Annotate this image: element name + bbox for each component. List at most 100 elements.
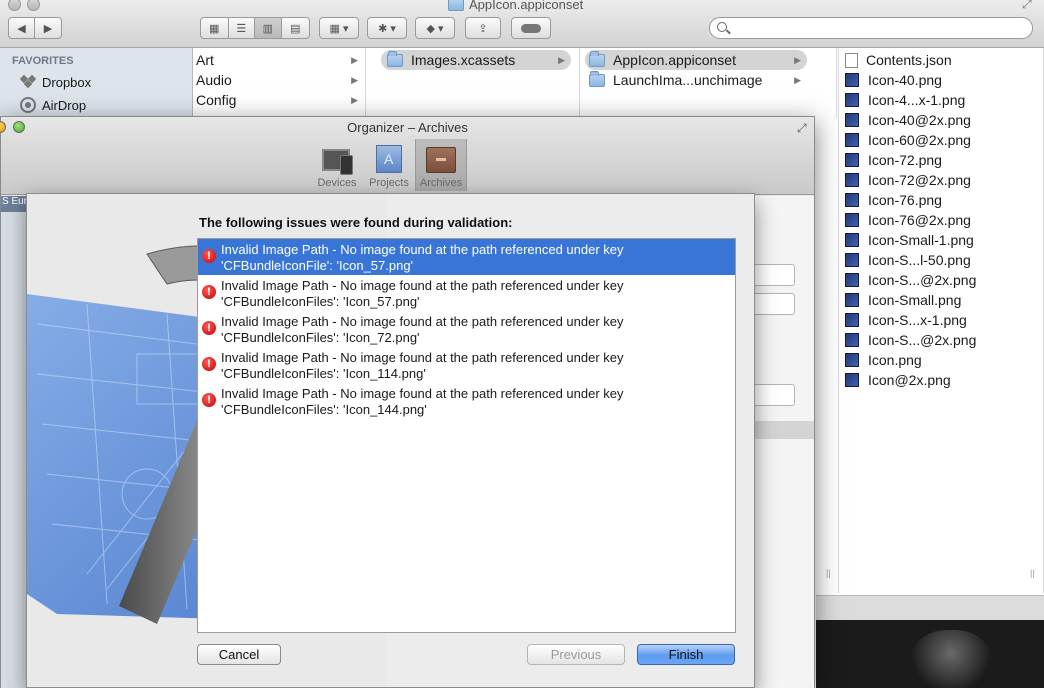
file-item[interactable]: Icon-72.png (845, 150, 942, 170)
column-item-audio[interactable]: Audio ▶ (196, 70, 364, 90)
tags-button[interactable] (511, 17, 551, 39)
tag-icon (521, 23, 541, 33)
validation-heading: The following issues were found during v… (199, 215, 513, 230)
file-item-label: Icon@2x.png (868, 372, 951, 388)
cancel-button[interactable]: Cancel (197, 644, 281, 665)
search-input[interactable] (709, 17, 1033, 39)
file-item-label: Contents.json (866, 52, 952, 68)
issue-row[interactable]: ! Invalid Image Path - No image found at … (198, 239, 735, 275)
image-file-icon (845, 113, 859, 127)
distribute-button[interactable] (749, 293, 795, 315)
image-file-icon (845, 353, 859, 367)
tab-projects[interactable]: Projects (363, 139, 415, 191)
sidebar-item-dropbox[interactable]: Dropbox (19, 72, 92, 92)
column-item-config[interactable]: Config ▶ (196, 90, 364, 110)
file-item[interactable]: Icon-S...@2x.png (845, 270, 976, 290)
fullscreen-icon[interactable]: ⤢ (797, 121, 807, 136)
file-item[interactable]: Icon-Small-1.png (845, 230, 974, 250)
file-item[interactable]: Icon-60@2x.png (845, 130, 971, 150)
file-item[interactable]: Icon-4...x-1.png (845, 90, 965, 110)
fullscreen-icon[interactable]: ⤢ (1022, 0, 1032, 12)
icon-view-icon[interactable]: ▦ (201, 18, 229, 38)
column-item-label: Images.xcassets (411, 52, 516, 68)
desktop-photo (906, 630, 996, 688)
file-item-label: Icon-S...l-50.png (868, 252, 971, 268)
validate-button[interactable] (749, 264, 795, 286)
share-button[interactable]: ⇪ (465, 17, 501, 39)
column-item-images-xcassets[interactable]: Images.xcassets ▶ (381, 50, 571, 70)
file-item-label: Icon-60@2x.png (868, 132, 971, 148)
image-file-icon (845, 193, 859, 207)
file-item[interactable]: Icon-Small.png (845, 290, 961, 310)
file-item[interactable]: Icon-76@2x.png (845, 210, 971, 230)
back-forward-control[interactable]: ◀ ▶ (8, 17, 62, 39)
forward-button[interactable]: ▶ (35, 18, 61, 38)
search-icon (717, 22, 727, 32)
file-item[interactable]: Icon-S...x-1.png (845, 310, 967, 330)
issue-row[interactable]: ! Invalid Image Path - No image found at … (198, 347, 735, 383)
image-file-icon (845, 313, 859, 327)
image-file-icon (845, 213, 859, 227)
issue-message: Invalid Image Path - No image found at t… (221, 314, 624, 329)
column-view-icon[interactable]: ▥ (255, 18, 282, 38)
file-item[interactable]: Icon-40.png (845, 70, 942, 90)
issue-text: Invalid Image Path - No image found at t… (221, 314, 624, 346)
file-item-label: Icon-S...@2x.png (868, 332, 977, 348)
column-item-appiconset[interactable]: AppIcon.appiconset ▶ (585, 50, 807, 70)
finder-column-1: Art ▶ Audio ▶ Config ▶ (194, 48, 366, 118)
arrange-icon: ▦ ▾ (329, 22, 349, 35)
column-item-art[interactable]: Art ▶ (196, 50, 364, 70)
view-mode-control[interactable]: ▦ ☰ ▥ ▤ (200, 17, 310, 39)
issue-text: Invalid Image Path - No image found at t… (221, 242, 624, 274)
coverflow-view-icon[interactable]: ▤ (282, 18, 309, 38)
issue-row[interactable]: ! Invalid Image Path - No image found at … (198, 383, 735, 419)
error-icon: ! (202, 285, 216, 299)
file-item[interactable]: Icon-S...l-50.png (845, 250, 971, 270)
folder-icon (589, 70, 605, 87)
previous-button[interactable]: Previous (527, 644, 625, 665)
tab-archives[interactable]: Archives (415, 139, 467, 191)
folder-icon (448, 0, 464, 11)
column-item-launchimage[interactable]: LaunchIma...unchimage ▶ (585, 70, 807, 90)
finish-button[interactable]: Finish (637, 644, 735, 665)
arrange-button[interactable]: ▦ ▾ (319, 17, 359, 39)
column-resize-handle[interactable]: || (1030, 568, 1035, 578)
issues-list[interactable]: ! Invalid Image Path - No image found at … (197, 238, 736, 633)
sidebar-item-airdrop[interactable]: AirDrop (20, 95, 86, 115)
column-resize-handle[interactable]: || (826, 568, 831, 578)
file-item-label: Icon-76.png (868, 192, 942, 208)
file-item[interactable]: Icon-40@2x.png (845, 110, 971, 130)
file-item-label: Icon-72@2x.png (868, 172, 971, 188)
issue-key: 'CFBundleIconFiles': 'Icon_57.png' (221, 294, 420, 309)
projects-icon (376, 145, 402, 173)
action-button[interactable]: ✱ ▾ (367, 17, 407, 39)
issue-row[interactable]: ! Invalid Image Path - No image found at … (198, 311, 735, 347)
tab-devices[interactable]: Devices (311, 139, 363, 191)
file-item[interactable]: Icon@2x.png (845, 370, 951, 390)
file-item[interactable]: Icon-76.png (845, 190, 942, 210)
file-item[interactable]: Icon-S...@2x.png (845, 330, 976, 350)
minimize-button[interactable] (27, 0, 40, 11)
chevron-right-icon: ▶ (794, 74, 801, 85)
back-button[interactable]: ◀ (9, 18, 36, 38)
file-item-contents-json[interactable]: Contents.json (845, 50, 952, 70)
tab-label: Devices (317, 177, 357, 189)
file-item-label: Icon-S...x-1.png (868, 312, 967, 328)
file-item[interactable]: Icon-72@2x.png (845, 170, 971, 190)
error-icon: ! (202, 393, 216, 407)
archive-group-label[interactable]: S Euro (1, 196, 29, 212)
file-item-label: Icon-72.png (868, 152, 942, 168)
file-item-label: Icon.png (868, 352, 922, 368)
close-button[interactable] (8, 0, 21, 11)
finder-toolbar: AppIcon.appiconset ⤢ ◀ ▶ ▦ ☰ ▥ ▤ ▦ ▾ ✱ ▾… (0, 0, 1044, 48)
issue-row[interactable]: ! Invalid Image Path - No image found at … (198, 275, 735, 311)
sidebar-item-label: Dropbox (42, 74, 92, 90)
dropbox-icon: ◆ ▾ (426, 22, 444, 35)
list-view-icon[interactable]: ☰ (229, 18, 256, 38)
chevron-right-icon: ▶ (794, 54, 801, 65)
file-item[interactable]: Icon.png (845, 350, 922, 370)
file-item-label: Icon-S...@2x.png (868, 272, 977, 288)
sidebar-item-label: AirDrop (42, 97, 87, 113)
dropbox-button[interactable]: ◆ ▾ (415, 17, 455, 39)
file-item-label: Icon-40.png (868, 72, 942, 88)
